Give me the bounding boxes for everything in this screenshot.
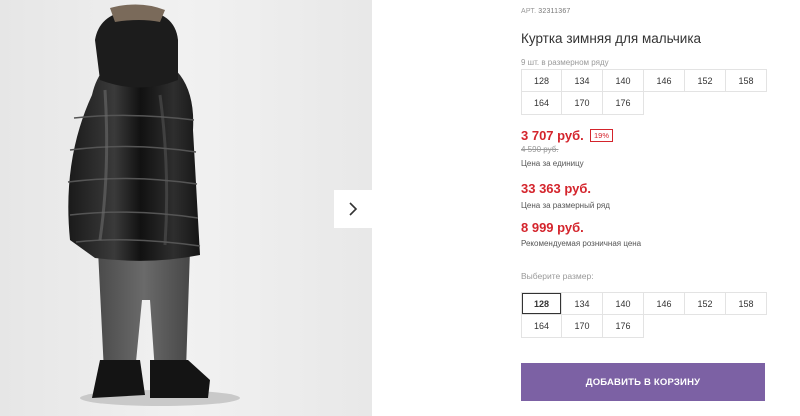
chevron-right-icon bbox=[349, 202, 358, 216]
product-title: Куртка зимняя для мальчика bbox=[521, 31, 702, 46]
article-value: 32311367 bbox=[538, 8, 571, 15]
row-price: 33 363 руб. bbox=[521, 181, 592, 196]
product-photo bbox=[0, 0, 372, 416]
article-label: АРТ. bbox=[521, 8, 537, 15]
size-row-cell: 152 bbox=[685, 69, 726, 92]
unit-price-note: Цена за единицу bbox=[521, 159, 584, 168]
size-option-170[interactable]: 170 bbox=[562, 315, 603, 338]
product-info-panel: АРТ. 32311367 Куртка зимняя для мальчика … bbox=[492, 0, 800, 416]
size-row-cell: 170 bbox=[562, 92, 603, 115]
size-row-note: 9 шт. в размерном ряду bbox=[521, 58, 609, 67]
size-option-164[interactable]: 164 bbox=[521, 315, 562, 338]
gallery-next-button[interactable] bbox=[334, 190, 372, 228]
unit-price: 3 707 руб. bbox=[521, 128, 584, 143]
size-row-cell: 128 bbox=[521, 69, 562, 92]
product-gallery bbox=[0, 0, 372, 416]
article-number: АРТ. 32311367 bbox=[521, 8, 571, 15]
size-row-cell: 134 bbox=[562, 69, 603, 92]
size-row-cell: 158 bbox=[726, 69, 767, 92]
size-option-146[interactable]: 146 bbox=[644, 292, 685, 315]
size-option-140[interactable]: 140 bbox=[603, 292, 644, 315]
choose-size-label: Выберите размер: bbox=[521, 271, 594, 281]
size-row-cell: 176 bbox=[603, 92, 644, 115]
rrp-price: 8 999 руб. bbox=[521, 220, 584, 235]
gallery-right-area bbox=[372, 0, 492, 416]
rrp-price-note: Рекомендуемая розничная цена bbox=[521, 239, 642, 248]
size-option-128[interactable]: 128 bbox=[521, 292, 562, 315]
size-option-134[interactable]: 134 bbox=[562, 292, 603, 315]
size-option-176[interactable]: 176 bbox=[603, 315, 644, 338]
size-row-cell: 140 bbox=[603, 69, 644, 92]
add-to-cart-button[interactable]: ДОБАВИТЬ В КОРЗИНУ bbox=[521, 363, 765, 401]
size-picker: 128 134 140 146 152 158 164 170 176 bbox=[521, 292, 769, 338]
size-option-152[interactable]: 152 bbox=[685, 292, 726, 315]
discount-badge: 19% bbox=[590, 129, 614, 142]
size-option-158[interactable]: 158 bbox=[726, 292, 767, 315]
size-row-grid: 128 134 140 146 152 158 164 170 176 bbox=[521, 69, 769, 115]
size-row-cell: 164 bbox=[521, 92, 562, 115]
old-price: 4 590 руб. bbox=[521, 145, 559, 154]
size-row-cell: 146 bbox=[644, 69, 685, 92]
row-price-note: Цена за размерный ряд bbox=[521, 201, 610, 210]
